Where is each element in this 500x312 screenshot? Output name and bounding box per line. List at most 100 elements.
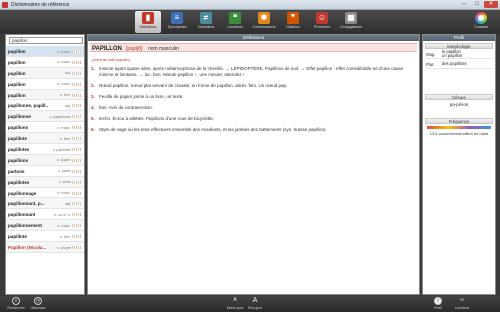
text-smaller-button[interactable]: A Moins gros xyxy=(225,297,245,310)
list-item[interactable]: papillote n. fém. xyxy=(6,231,84,243)
search-input[interactable]: papillon xyxy=(9,37,83,44)
definitions-panel: Définitions PAPILLON [papijõ] nom mascul… xyxy=(87,34,420,295)
frequency-bars xyxy=(72,115,82,119)
section-title: Fréquence xyxy=(425,118,493,124)
search-button[interactable]: ⌕ Rechercher xyxy=(6,297,26,310)
frequency-bars xyxy=(72,224,82,228)
frequency-text: 13,6 occurrences/million de mots xyxy=(429,131,489,136)
tab-combinations[interactable]: ✱ Combinaisons xyxy=(251,11,277,33)
etymology: (vient du latin papilio) xyxy=(92,57,130,62)
panel-title: Définitions xyxy=(88,35,419,41)
frequency-bars xyxy=(72,93,82,97)
list-item[interactable]: papillote n. fém. xyxy=(6,133,84,145)
list-item[interactable]: papillonne, papill... adj. xyxy=(6,100,84,112)
text-smaller-icon: A xyxy=(233,297,237,303)
frequency-bars xyxy=(72,50,82,53)
frequency-bars xyxy=(72,246,82,250)
list-item[interactable]: papillon n. masc. xyxy=(6,57,84,68)
panel-title: Profil xyxy=(423,35,495,41)
list-item[interactable]: papillotes v. coller xyxy=(6,176,84,188)
close-button[interactable]: ✕ xyxy=(484,1,498,8)
hyphenation-value: pa-pil-lon xyxy=(449,102,469,107)
frequency-bar xyxy=(427,126,491,129)
entry-header: PAPILLON [papijõ] nom masculin xyxy=(90,43,417,52)
list-item[interactable]: papillon adj. xyxy=(6,67,84,79)
history-icon: ◷ xyxy=(34,297,42,305)
app-icon xyxy=(2,2,8,8)
frequency-bars xyxy=(72,213,82,217)
frequency-bars xyxy=(72,180,82,184)
frequency-bars xyxy=(72,191,82,195)
definition-item: 4. fam. Avis de contravention. xyxy=(91,105,153,110)
title-bar: Dictionnaires de référence – □ ✕ xyxy=(0,0,500,10)
headword: PAPILLON xyxy=(92,45,122,52)
plural-row: Plur. des papillons xyxy=(425,59,493,69)
text-bigger-icon: A xyxy=(252,297,258,304)
hyphenation-section: Césure pa-pil-lon xyxy=(425,94,493,107)
word-list-panel: papillon papillon n. masc. papillon n. mas… xyxy=(5,34,85,295)
tab-synonyms[interactable]: ≡ Synonymes xyxy=(164,11,190,33)
list-item[interactable]: Papillon (Nicola... n. propre xyxy=(6,242,84,253)
frequency-bars xyxy=(72,202,82,206)
frequency-bars xyxy=(72,71,82,75)
list-item[interactable]: papillons n. masc. xyxy=(6,122,84,134)
frequency-section: Fréquence 13,6 occurrences/million de mo… xyxy=(425,118,493,136)
main-toolbar: ▮ Définitions ≡ Synonymes ≠ Contraires ❝… xyxy=(0,10,500,34)
word-list: papillon n. masc. papillon n. masc. papill… xyxy=(6,46,84,253)
list-item[interactable]: papillon n. masc. xyxy=(6,46,84,57)
synonyms-icon: ≡ xyxy=(171,12,183,24)
morphology-section: Morphologie Sing. le papillon un papillo… xyxy=(425,43,493,69)
phrases-icon: ❝ xyxy=(229,12,241,24)
definition-item: 3. Feuille de papier jointe à un livre, u… xyxy=(91,94,184,99)
quotes-icon: ❞ xyxy=(287,12,299,24)
antonyms-icon: ≠ xyxy=(200,12,212,24)
pronunciation: [papijõ] xyxy=(126,45,143,52)
tab-conjugations[interactable]: ▦ Conjugaisons xyxy=(338,11,364,33)
tab-definitions[interactable]: ▮ Définitions xyxy=(135,11,161,33)
locutions-button[interactable]: ∞ Locutions xyxy=(452,297,472,310)
text-bigger-button[interactable]: A Plus gros xyxy=(245,297,265,310)
list-item[interactable]: papillonnant n. ou m. c. xyxy=(6,209,84,221)
frequency-bars xyxy=(72,148,82,152)
tips-icon: ◉ xyxy=(475,12,487,24)
definition-item: 5. techn. Écrou à ailettes. Papillons d'u… xyxy=(91,116,215,121)
definition-list: 1. Insecte ayant quatre ailes, après méta… xyxy=(91,66,416,138)
frequency-bars xyxy=(72,60,82,64)
list-item[interactable]: papillons n. papier xyxy=(6,154,84,166)
list-item[interactable]: papillon n. fém. xyxy=(6,89,84,101)
list-item[interactable]: papillonnement n. masc. xyxy=(6,220,84,232)
list-item[interactable]: parlons v. parler xyxy=(6,166,84,177)
list-item[interactable]: papillon n. masc. xyxy=(6,79,84,90)
proverbs-icon: ☺ xyxy=(316,12,328,24)
tab-citations[interactable]: ❞ Citations xyxy=(280,11,306,33)
combinations-icon: ✱ xyxy=(258,12,270,24)
conjugation-icon: ▦ xyxy=(345,12,357,24)
history-button[interactable]: ◷ Historique xyxy=(28,297,48,310)
search-icon: ⌕ xyxy=(12,297,20,305)
frequency-bars xyxy=(72,158,82,162)
minimize-button[interactable]: – xyxy=(458,1,470,8)
profile-panel: Profil Morphologie Sing. le papillon un … xyxy=(422,34,496,295)
maximize-button[interactable]: □ xyxy=(471,1,483,8)
frequency-bars xyxy=(72,126,82,130)
frequency-bars xyxy=(72,82,82,86)
profile-button[interactable]: i Profil xyxy=(428,297,448,310)
list-item[interactable]: papillonnage n. masc. xyxy=(6,188,84,199)
phrases-icon: ∞ xyxy=(460,297,464,303)
frequency-bars xyxy=(72,137,82,141)
window-title: Dictionnaires de référence xyxy=(11,2,70,8)
definition-item: 1. Insecte ayant quatre ailes, après méta… xyxy=(91,66,404,77)
tab-antonyms[interactable]: ≠ Contraires xyxy=(193,11,219,33)
definition-item: 2. Nœud papillon, nœud plat servant de cr… xyxy=(91,83,288,88)
tab-proverbs[interactable]: ☺ Proverbes xyxy=(309,11,335,33)
tips-button[interactable]: ◉ Conseils xyxy=(468,11,494,33)
grammar-category: nom masculin xyxy=(148,45,179,52)
frequency-bars xyxy=(72,104,82,108)
bottom-toolbar: ⌕ Rechercher ◷ Historique A Moins gros A… xyxy=(0,296,500,312)
info-icon: i xyxy=(434,297,442,305)
list-item[interactable]: papillonnant, p... adj. xyxy=(6,198,84,210)
list-item[interactable]: papillonne n. papillonner xyxy=(6,111,84,123)
list-item[interactable]: papillotes v. papilloter xyxy=(6,144,84,155)
tab-locutions[interactable]: ❝ Locutions xyxy=(222,11,248,33)
singular-row: Sing. le papillon un papillon xyxy=(425,49,493,59)
